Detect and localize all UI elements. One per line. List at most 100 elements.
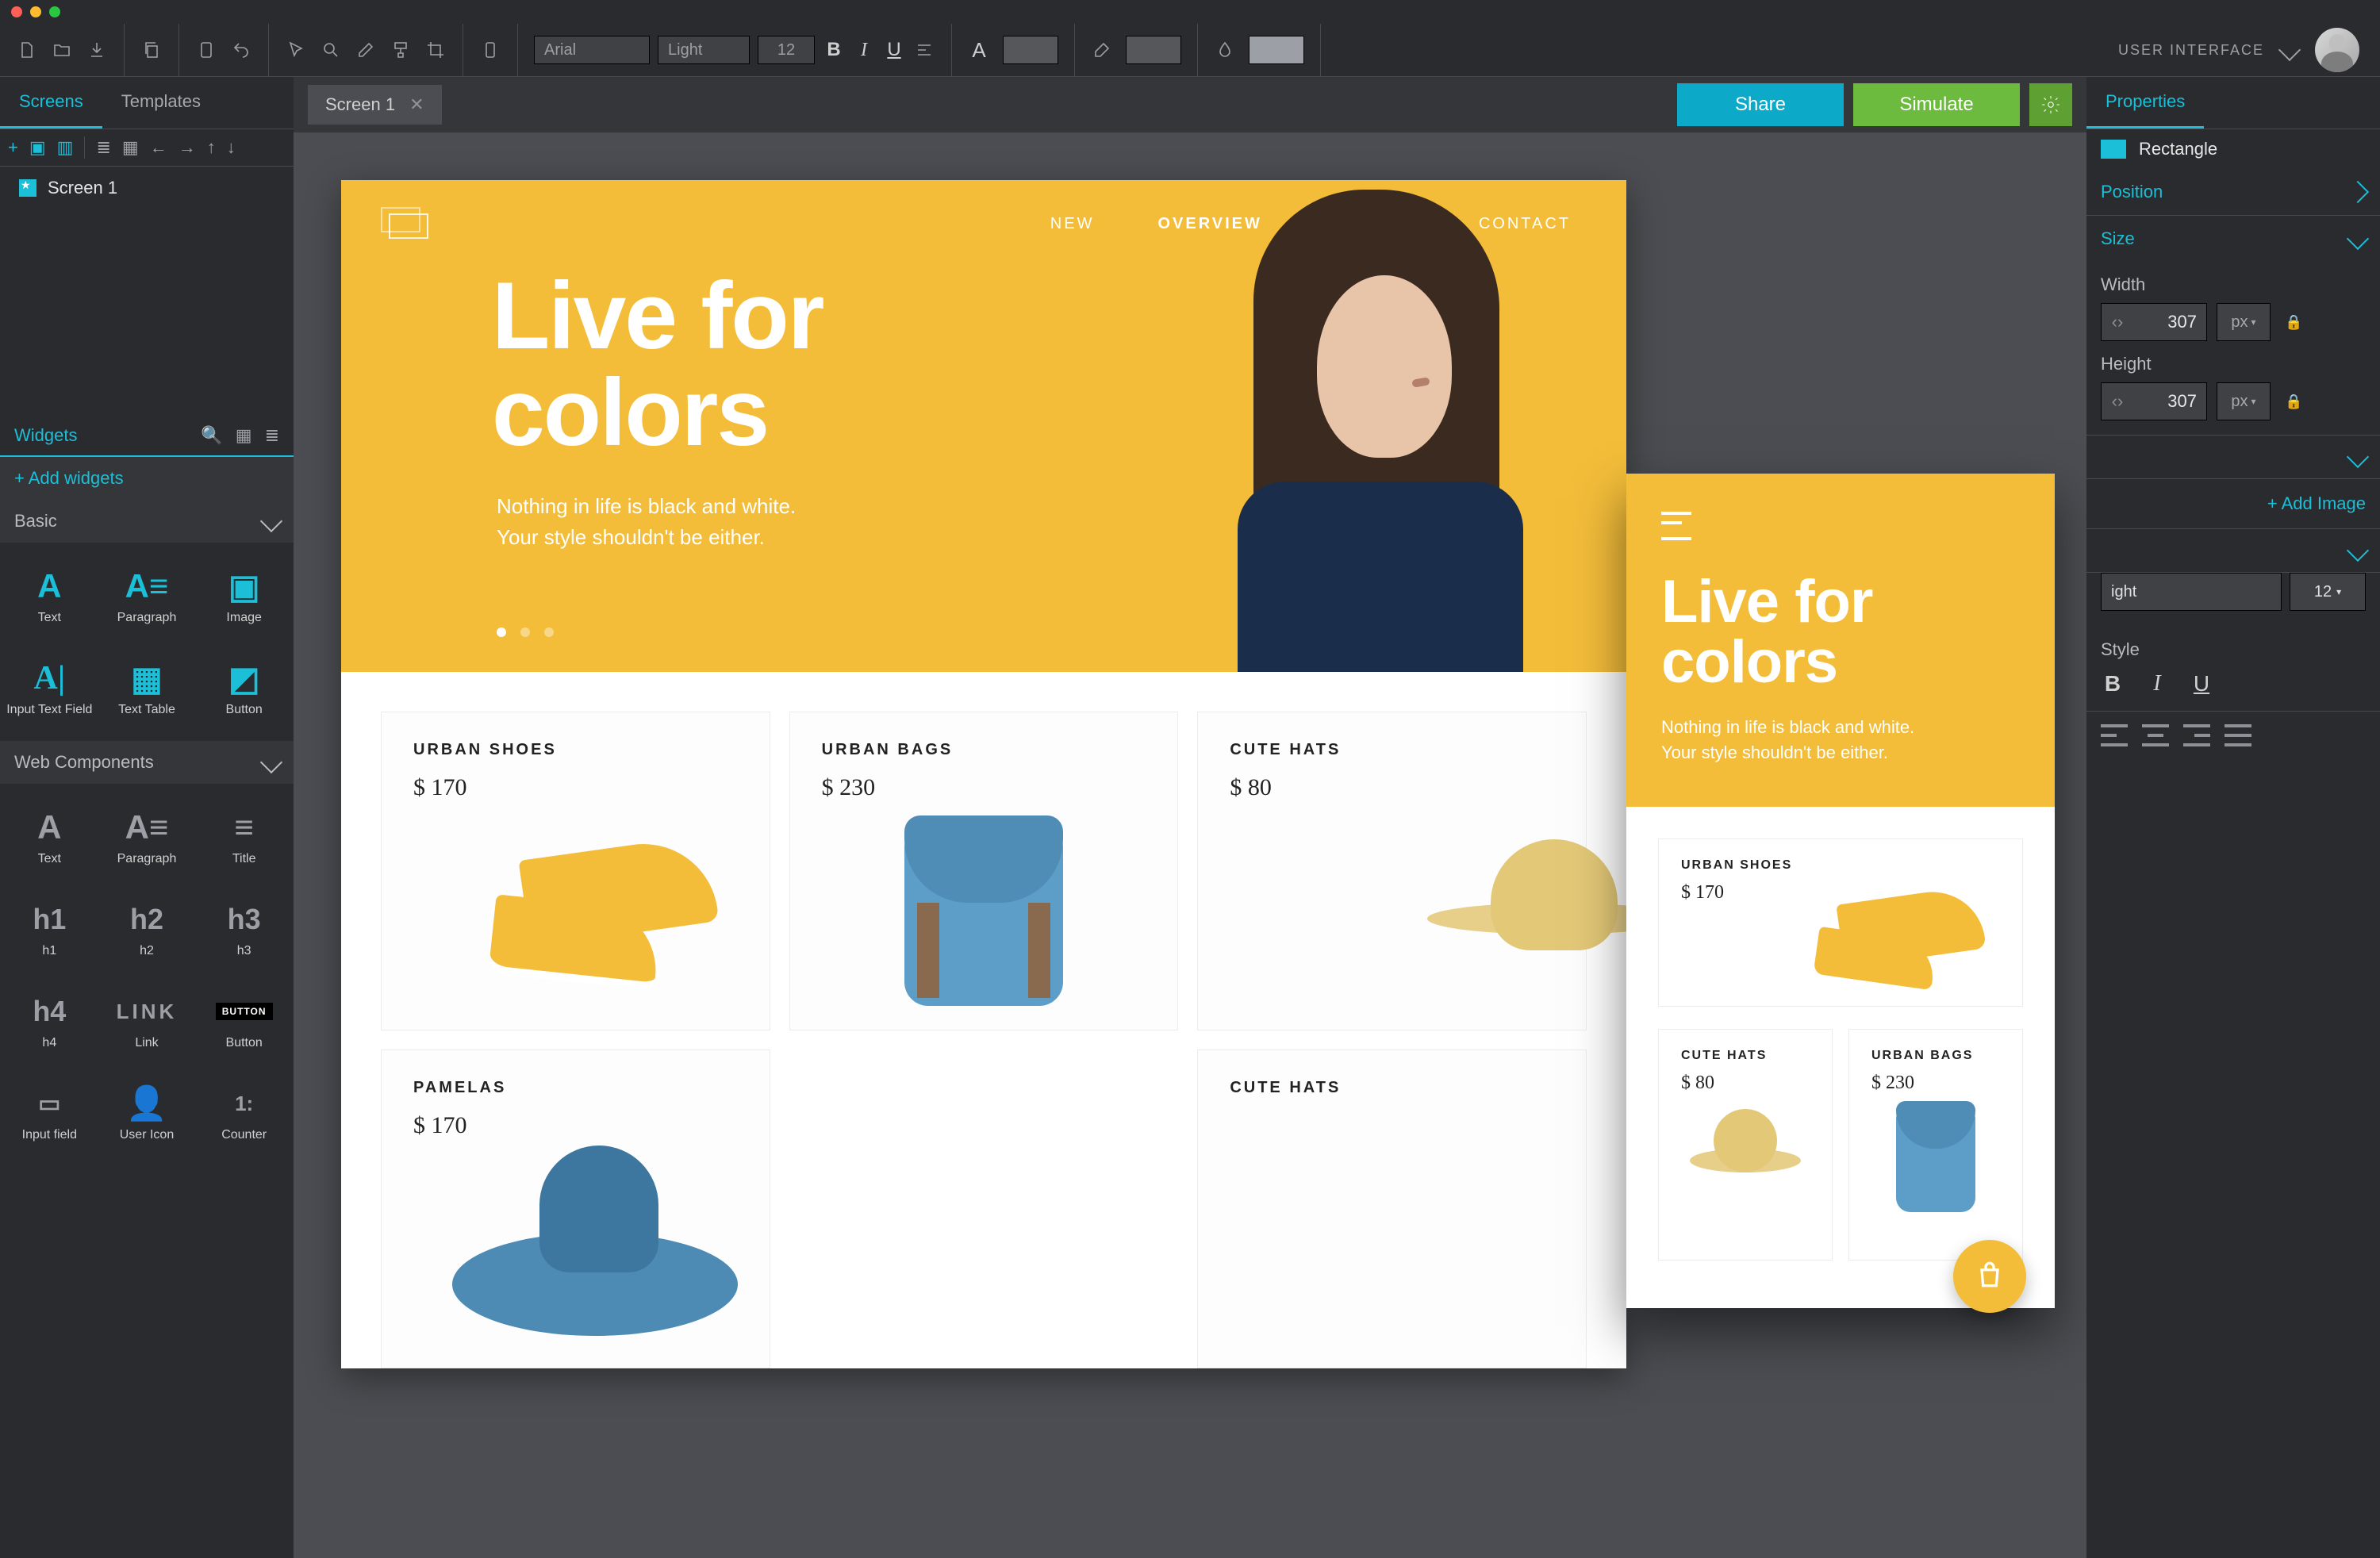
download-icon[interactable] (86, 39, 108, 61)
widget-text[interactable]: AText (3, 552, 96, 639)
hamburger-icon[interactable] (1661, 512, 1691, 540)
widgets-basic-head[interactable]: Basic (0, 500, 294, 543)
align-right-icon[interactable] (2183, 724, 2210, 746)
shape-color-swatch[interactable] (2101, 140, 2126, 159)
italic-icon[interactable]: I (853, 39, 875, 61)
eraser-icon[interactable] (355, 39, 377, 61)
product-card[interactable]: URBAN SHOES $ 170 (381, 712, 770, 1030)
tab-properties[interactable]: Properties (2086, 77, 2204, 129)
mobile-artboard[interactable]: Live forcolors Nothing in life is black … (1626, 474, 2055, 1308)
close-tab-icon[interactable]: ✕ (409, 94, 424, 115)
screen-list-item[interactable]: Screen 1 (0, 167, 294, 209)
copy-icon[interactable] (140, 39, 163, 61)
fill-color-swatch[interactable] (1249, 36, 1304, 64)
tab-screens[interactable]: Screens (0, 77, 102, 129)
align-justify-icon[interactable] (2225, 724, 2251, 746)
widgets-tab[interactable]: Widgets (14, 425, 77, 446)
device-preview-icon[interactable] (479, 39, 501, 61)
mobile-product-card[interactable]: URBAN BAGS $ 230 (1848, 1029, 2023, 1261)
share-button[interactable]: Share (1677, 83, 1844, 126)
web-title[interactable]: ≡Title (198, 793, 290, 881)
crop-icon[interactable] (424, 39, 447, 61)
width-input[interactable]: ‹›307 (2101, 303, 2207, 341)
web-button[interactable]: BUTTONButton (198, 977, 290, 1065)
open-folder-icon[interactable] (51, 39, 73, 61)
device-rotate-icon[interactable] (195, 39, 217, 61)
search-icon[interactable] (320, 39, 342, 61)
web-counter[interactable]: 1:Counter (198, 1069, 290, 1157)
opacity-icon[interactable] (1214, 39, 1236, 61)
user-avatar[interactable] (2315, 28, 2359, 72)
align-center-icon[interactable] (2142, 724, 2169, 746)
product-card[interactable]: CUTE HATS (1197, 1050, 1587, 1368)
lock-height-icon[interactable]: 🔒 (2285, 393, 2302, 410)
widget-paragraph[interactable]: A≡Paragraph (101, 552, 194, 639)
site-logo-icon[interactable] (381, 207, 432, 240)
workspace-label[interactable]: USER INTERFACE (2118, 42, 2264, 59)
add-widgets-button[interactable]: + Add widgets (0, 457, 294, 500)
widgets-search-icon[interactable]: 🔍 (201, 425, 222, 446)
nav-down-icon[interactable]: ↓ (227, 137, 236, 158)
widgets-web-head[interactable]: Web Components (0, 741, 294, 784)
product-card[interactable]: CUTE HATS $ 80 (1197, 712, 1587, 1030)
undo-icon[interactable] (230, 39, 252, 61)
nav-back-icon[interactable]: ← (150, 137, 167, 158)
font-size-input[interactable]: 12 (758, 36, 815, 64)
format-paint-icon[interactable] (390, 39, 412, 61)
widget-input-text[interactable]: A|Input Text Field (3, 644, 96, 731)
web-h4[interactable]: h4h4 (3, 977, 96, 1065)
collapsed-section-2[interactable] (2086, 529, 2380, 573)
simulate-settings-button[interactable] (2029, 83, 2072, 126)
text-color-icon[interactable]: A (968, 39, 990, 61)
widgets-list-icon[interactable]: ≣ (265, 425, 279, 446)
product-card[interactable]: URBAN BAGS $ 230 (789, 712, 1179, 1030)
nav-new[interactable]: NEW (1050, 215, 1095, 233)
cursor-icon[interactable] (285, 39, 307, 61)
simulate-button[interactable]: Simulate (1853, 83, 2020, 126)
font-weight-select[interactable]: Light (658, 36, 750, 64)
underline-toggle[interactable]: U (2190, 671, 2213, 696)
tab-templates[interactable]: Templates (102, 77, 220, 129)
underline-icon[interactable]: U (883, 39, 905, 61)
widget-button[interactable]: ◩Button (198, 644, 290, 731)
nav-up-icon[interactable]: ↑ (207, 137, 216, 158)
web-paragraph[interactable]: A≡Paragraph (101, 793, 194, 881)
list-view-icon[interactable]: ≣ (96, 137, 110, 158)
widget-text-table[interactable]: ▦Text Table (101, 644, 194, 731)
font-family-select[interactable]: Arial (534, 36, 650, 64)
minimize-window-icon[interactable] (30, 6, 41, 17)
widget-image[interactable]: ▣Image (198, 552, 290, 639)
nav-forward-icon[interactable]: → (178, 137, 196, 158)
brush-icon[interactable] (1091, 39, 1113, 61)
mobile-product-card[interactable]: CUTE HATS $ 80 (1658, 1029, 1833, 1261)
mobile-product-card[interactable]: URBAN SHOES $ 170 (1658, 838, 2023, 1007)
cart-fab[interactable] (1953, 1240, 2026, 1313)
carousel-dots[interactable] (497, 627, 554, 637)
web-text[interactable]: AText (3, 793, 96, 881)
height-unit-select[interactable]: px▾ (2217, 382, 2271, 420)
grid-view-icon[interactable]: ▦ (122, 137, 139, 158)
web-user-icon[interactable]: 👤User Icon (101, 1069, 194, 1157)
web-h2[interactable]: h2h2 (101, 885, 194, 973)
maximize-window-icon[interactable] (49, 6, 60, 17)
web-h1[interactable]: h1h1 (3, 885, 96, 973)
chevron-down-icon[interactable] (2278, 39, 2301, 61)
web-h3[interactable]: h3h3 (198, 885, 290, 973)
new-file-icon[interactable] (16, 39, 38, 61)
bold-toggle[interactable]: B (2101, 671, 2125, 696)
height-input[interactable]: ‹›307 (2101, 382, 2207, 420)
size-section[interactable]: Size (2086, 216, 2380, 262)
bold-icon[interactable]: B (823, 39, 845, 61)
product-card[interactable]: PAMELAS $ 170 (381, 1050, 770, 1368)
position-section[interactable]: Position (2086, 169, 2380, 215)
panel-font-weight-select[interactable]: ight (2101, 573, 2282, 611)
collapsed-section-1[interactable] (2086, 436, 2380, 479)
document-tab[interactable]: Screen 1 ✕ (308, 85, 442, 125)
close-window-icon[interactable] (11, 6, 22, 17)
web-link[interactable]: LINKLink (101, 977, 194, 1065)
web-input-field[interactable]: ▭Input field (3, 1069, 96, 1157)
italic-toggle[interactable]: I (2145, 671, 2169, 696)
lock-width-icon[interactable]: 🔒 (2285, 314, 2302, 331)
add-folder-icon[interactable]: ▥ (57, 137, 74, 158)
add-screen-icon[interactable]: + (8, 137, 18, 158)
